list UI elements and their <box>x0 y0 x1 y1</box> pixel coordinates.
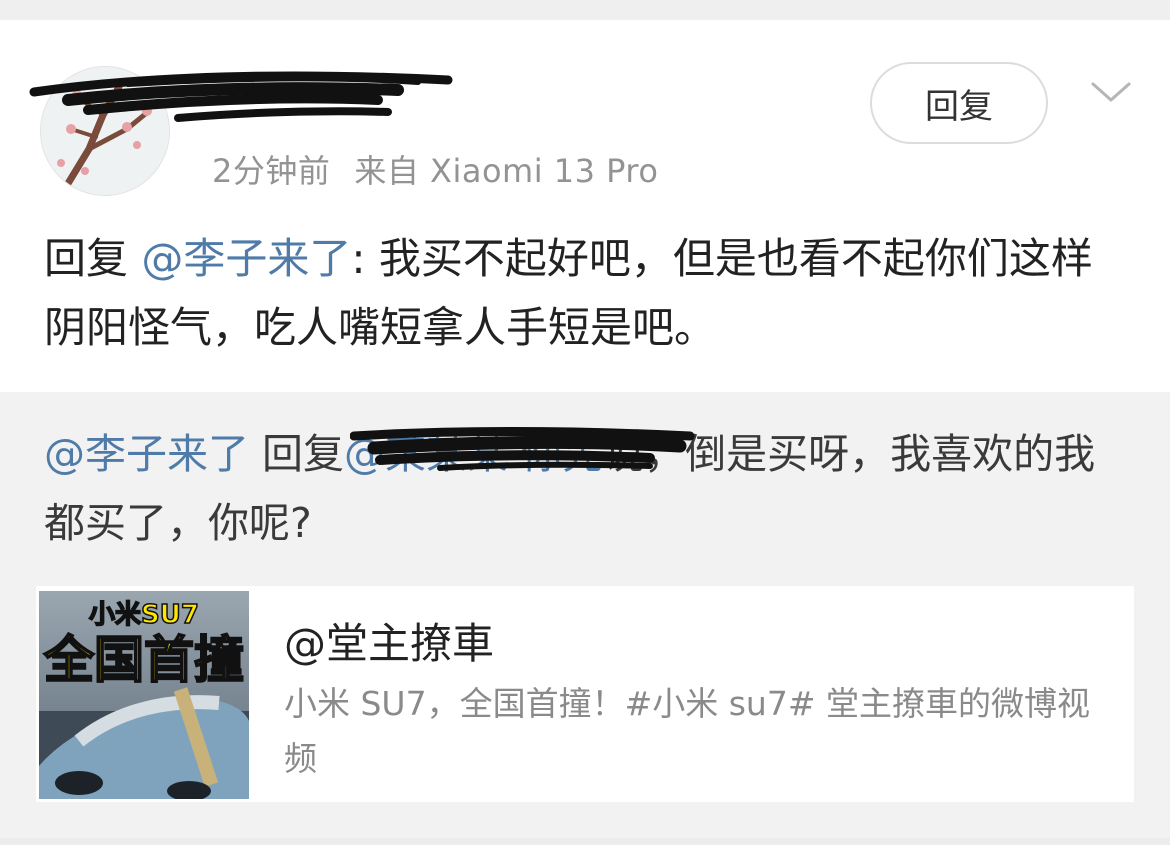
username-redaction <box>29 71 453 122</box>
quoted-reply-word: 回复 <box>249 430 345 478</box>
link-card-title: @堂主撩車 <box>284 619 495 668</box>
reply-prefix: 回复 <box>44 234 142 283</box>
post-source: 来自 Xiaomi 13 Pro <box>354 152 659 190</box>
reply-button[interactable]: 回复 <box>870 62 1048 144</box>
comment-text: 回复 @李子来了: 我买不起好吧，但是也看不起你们这样阴阳怪气，吃人嘴短拿人手短… <box>44 224 1124 362</box>
bottom-divider <box>0 838 1170 845</box>
post-time: 2分钟前 <box>212 152 331 190</box>
post-meta: 2分钟前 来自 Xiaomi 13 Pro <box>212 146 658 192</box>
mention-link[interactable]: @李子来了 <box>141 234 351 283</box>
thumbnail-line2: 全国首撞 <box>43 631 244 689</box>
thumbnail-line1: 小米SU7 <box>89 600 199 630</box>
top-divider <box>0 0 1170 20</box>
video-thumbnail[interactable]: 小米SU7 全国首撞 <box>39 591 249 799</box>
quoted-mention-link[interactable]: @李子来了 <box>44 430 249 478</box>
quoted-redaction <box>350 427 695 471</box>
chevron-down-icon[interactable] <box>1090 80 1132 104</box>
video-link-card[interactable]: 小米SU7 全国首撞 @堂主撩車 小米 SU7，全国首撞！#小米 su7# 堂主… <box>36 586 1134 802</box>
thumbnail-image: 小米SU7 全国首撞 <box>39 591 249 799</box>
link-card-description: 小米 SU7，全国首撞！#小米 su7# 堂主撩車的微博视频 <box>284 684 1090 778</box>
